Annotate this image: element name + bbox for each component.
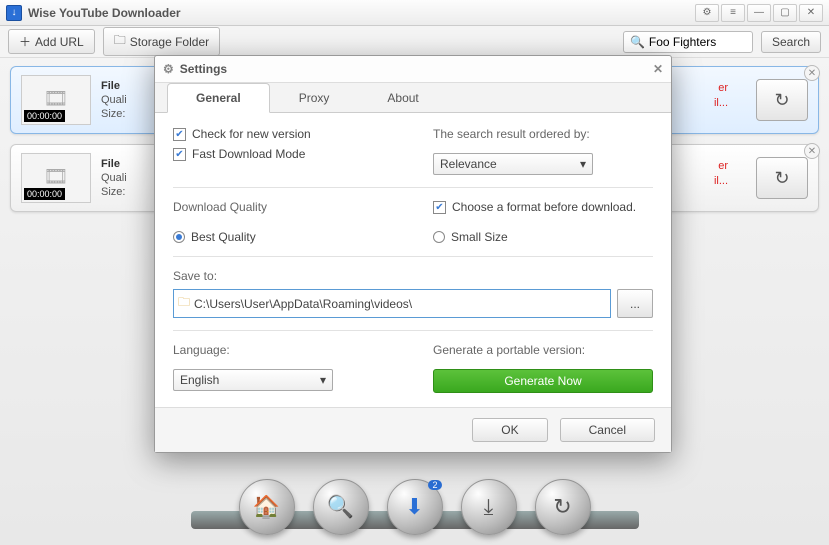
choose-format-checkbox[interactable]: ✔Choose a format before download. xyxy=(433,200,653,214)
language-label: Language: xyxy=(173,343,393,357)
browse-button[interactable]: ... xyxy=(617,289,653,318)
dialog-title: ⚙ Settings ✕ xyxy=(155,56,671,83)
generate-now-button[interactable]: Generate Now xyxy=(433,369,653,393)
tab-general[interactable]: General xyxy=(167,83,270,113)
order-label: The search result ordered by: xyxy=(433,127,653,141)
language-select[interactable]: English▾ xyxy=(173,369,333,391)
checkbox-icon: ✔ xyxy=(173,128,186,141)
tab-about[interactable]: About xyxy=(358,83,447,113)
save-path-input[interactable]: 🗀C:\Users\User\AppData\Roaming\videos\ xyxy=(173,289,611,318)
modal-mask: ⚙ Settings ✕ General Proxy About ✔Check … xyxy=(0,0,829,545)
checkbox-icon: ✔ xyxy=(173,148,186,161)
save-to-label: Save to: xyxy=(173,269,653,283)
radio-icon xyxy=(173,231,185,243)
folder-icon: 🗀 xyxy=(178,293,190,314)
ok-button[interactable]: OK xyxy=(472,418,547,442)
chevron-down-icon: ▾ xyxy=(580,157,586,171)
cancel-button[interactable]: Cancel xyxy=(560,418,655,442)
best-quality-radio[interactable]: Best Quality xyxy=(173,230,393,244)
chevron-down-icon: ▾ xyxy=(320,373,326,387)
tabs: General Proxy About xyxy=(155,83,671,113)
radio-icon xyxy=(433,231,445,243)
small-size-radio[interactable]: Small Size xyxy=(433,230,653,244)
settings-dialog: ⚙ Settings ✕ General Proxy About ✔Check … xyxy=(154,55,672,453)
portable-label: Generate a portable version: xyxy=(433,343,653,357)
gear-icon: ⚙ xyxy=(163,62,174,76)
download-quality-label: Download Quality xyxy=(173,200,393,214)
dialog-close-button[interactable]: ✕ xyxy=(653,62,663,76)
order-select[interactable]: Relevance▾ xyxy=(433,153,593,175)
checkbox-icon: ✔ xyxy=(433,201,446,214)
fast-mode-checkbox[interactable]: ✔Fast Download Mode xyxy=(173,147,393,161)
tab-proxy[interactable]: Proxy xyxy=(270,83,359,113)
check-version-checkbox[interactable]: ✔Check for new version xyxy=(173,127,393,141)
